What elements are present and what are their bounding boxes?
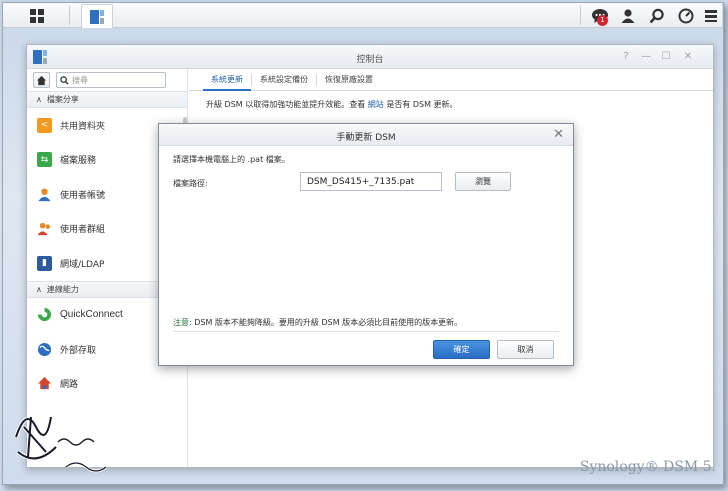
search-icon bbox=[649, 8, 664, 23]
taskbar: 1 bbox=[3, 3, 722, 28]
sidebar-item-label: 使用者群組 bbox=[60, 225, 106, 236]
sidebar-item-label: 外部存取 bbox=[60, 345, 97, 356]
dialog-instruction: 請選擇本機電腦上的 .pat 檔案。 bbox=[173, 155, 290, 164]
sidebar-item-label: 共用資料夾 bbox=[60, 121, 106, 132]
home-button[interactable] bbox=[33, 72, 50, 88]
domain-ldap-icon: ▮ bbox=[37, 255, 52, 271]
search-placeholder: 搜尋 bbox=[72, 75, 88, 85]
ok-button[interactable]: 確定 bbox=[433, 340, 490, 359]
home-icon bbox=[36, 75, 47, 85]
sidebar-item-network[interactable]: 網路 bbox=[27, 367, 187, 402]
list-widgets-icon bbox=[705, 9, 717, 22]
tab-system-update[interactable]: 系統更新 bbox=[203, 69, 251, 91]
taskbar-divider bbox=[69, 6, 70, 25]
notice-text: 升級 DSM 以取得加強功能並提升效能。查看 bbox=[206, 100, 366, 109]
search-input[interactable]: 搜尋 bbox=[56, 72, 166, 88]
user-menu-button[interactable] bbox=[612, 3, 644, 28]
dialog-divider bbox=[173, 331, 559, 332]
handwritten-watermark-signature bbox=[14, 416, 107, 473]
taskbar-app-control-panel[interactable] bbox=[81, 4, 113, 28]
dialog-titlebar[interactable]: 手動更新 DSM ✕ bbox=[159, 124, 573, 146]
dialog-title: 手動更新 DSM bbox=[336, 133, 396, 143]
file-path-label: 檔案路徑: bbox=[173, 179, 208, 188]
group-icon bbox=[37, 221, 52, 236]
external-access-icon bbox=[37, 342, 52, 357]
minimize-button[interactable]: — bbox=[639, 50, 653, 64]
widgets-button[interactable] bbox=[695, 3, 727, 28]
dialog-close-button[interactable]: ✕ bbox=[553, 128, 564, 141]
notice-text: 是否有 DSM 更新。 bbox=[386, 100, 458, 109]
synology-dsm-logo: Synology® DSM 5. bbox=[579, 459, 716, 475]
quickconnect-icon bbox=[37, 307, 52, 322]
website-link[interactable]: 網站 bbox=[368, 100, 384, 109]
help-icon: ? bbox=[623, 51, 629, 62]
close-icon: ✕ bbox=[683, 51, 693, 62]
user-icon bbox=[37, 187, 52, 202]
sidebar-section-label: 連線能力 bbox=[46, 284, 79, 294]
note-label: 注意: bbox=[173, 318, 192, 327]
shared-folder-icon: < bbox=[37, 117, 52, 133]
manual-update-dialog: 手動更新 DSM ✕ 請選擇本機電腦上的 .pat 檔案。 檔案路徑: 瀏覽 注… bbox=[158, 123, 574, 366]
maximize-button[interactable]: ☐ bbox=[659, 50, 673, 64]
downgrade-note: 注意: DSM 版本不能夠降級。要用的升級 DSM 版本必須比目前使用的版本更新… bbox=[173, 317, 462, 328]
sidebar-item-label: QuickConnect bbox=[60, 309, 123, 321]
help-button[interactable]: ? bbox=[619, 50, 633, 64]
close-window-button[interactable]: ✕ bbox=[681, 50, 695, 64]
person-icon bbox=[621, 8, 635, 23]
maximize-icon: ☐ bbox=[661, 51, 671, 62]
tab-config-backup[interactable]: 系統設定備份 bbox=[252, 69, 316, 91]
desktop: 1 控制台 ? — ☐ ✕ 搜尋 ∧ 檔案分享 < 共用資料夾 ⇆ 檔案服務 使… bbox=[0, 0, 728, 491]
browse-button[interactable]: 瀏覽 bbox=[455, 172, 511, 191]
sidebar-section-file-sharing[interactable]: ∧ 檔案分享 bbox=[27, 91, 187, 108]
taskbar-divider bbox=[580, 6, 581, 25]
network-icon bbox=[37, 376, 52, 391]
gauge-icon bbox=[678, 8, 694, 23]
search-icon bbox=[60, 75, 69, 85]
chevron-up-icon: ∧ bbox=[36, 95, 42, 104]
sidebar-item-label: 網域/LDAP bbox=[60, 259, 105, 270]
tab-bar: 系統更新 系統設定備份 恢復原廠設置 bbox=[189, 69, 713, 91]
window-title: 控制台 bbox=[356, 55, 384, 65]
cancel-button[interactable]: 取消 bbox=[497, 340, 554, 359]
sidebar-item-label: 網路 bbox=[60, 380, 79, 391]
grid-menu-icon bbox=[30, 8, 44, 23]
chevron-up-icon: ∧ bbox=[36, 284, 42, 294]
sidebar-toolbar: 搜尋 bbox=[27, 69, 187, 91]
window-titlebar[interactable]: 控制台 ? — ☐ ✕ bbox=[27, 45, 713, 69]
tab-factory-reset[interactable]: 恢復原廠設置 bbox=[317, 69, 381, 91]
search-button[interactable] bbox=[641, 3, 673, 28]
note-text: DSM 版本不能夠降級。要用的升級 DSM 版本必須比目前使用的版本更新。 bbox=[194, 318, 463, 327]
file-services-icon: ⇆ bbox=[37, 152, 52, 168]
sidebar-item-label: 檔案服務 bbox=[60, 156, 97, 167]
file-path-input[interactable] bbox=[300, 172, 442, 191]
sidebar-section-label: 檔案分享 bbox=[46, 95, 79, 104]
sidebar-item-label: 使用者帳號 bbox=[60, 190, 106, 201]
minimize-icon: — bbox=[641, 51, 651, 62]
control-panel-icon bbox=[90, 9, 104, 24]
close-icon: ✕ bbox=[553, 127, 564, 142]
notification-badge: 1 bbox=[597, 15, 608, 26]
update-notice: 升級 DSM 以取得加強功能並提升效能。查看 網站 是否有 DSM 更新。 bbox=[206, 99, 458, 110]
main-menu-button[interactable] bbox=[21, 3, 53, 28]
